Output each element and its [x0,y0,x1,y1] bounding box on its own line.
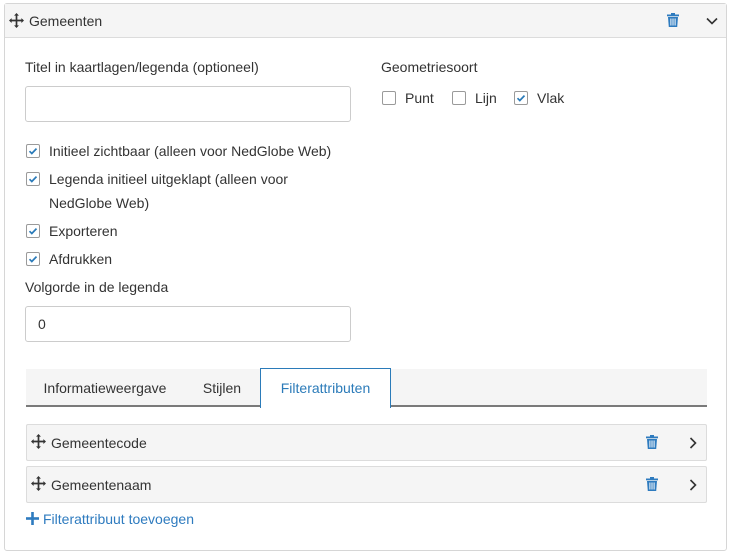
check-icon [28,228,38,235]
checkbox-punt[interactable] [382,91,396,105]
chevron-down-icon[interactable] [706,14,718,30]
list-item[interactable]: Gemeentenaam [26,466,707,503]
chevron-right-icon[interactable] [687,478,699,494]
trash-icon[interactable] [667,13,679,30]
checkbox-exporteren[interactable] [26,224,40,238]
order-label: Volgorde in de legenda [25,279,169,295]
checkbox-lijn[interactable] [452,91,466,105]
checkbox-legenda-uitgeklapt[interactable] [26,172,40,186]
move-icon[interactable] [31,476,46,494]
move-icon[interactable] [9,13,24,31]
chevron-right-icon[interactable] [687,436,699,452]
panel-header[interactable]: Gemeenten [5,4,726,38]
order-input[interactable] [25,306,351,342]
check-icon [28,256,38,263]
add-filterattribute-link[interactable]: Filterattribuut toevoegen [43,510,194,528]
list-item[interactable]: Gemeentecode [26,424,707,461]
checkbox-afdrukken-label: Afdrukken [49,251,113,267]
checkbox-initieel-zichtbaar[interactable] [26,144,40,158]
checkbox-exporteren-label: Exporteren [49,223,118,239]
check-icon [28,176,38,183]
list-item-label: Gemeentenaam [51,477,152,493]
panel-title: Gemeenten [29,13,103,29]
title-input[interactable] [25,86,351,122]
plus-icon[interactable] [26,512,39,528]
tab-informatieweergave[interactable]: Informatieweergave [26,369,184,407]
geometry-label: Geometriesoort [381,59,478,75]
check-icon [516,95,526,102]
tab-filterattributen[interactable]: Filterattributen [260,368,391,408]
check-icon [28,148,38,155]
trash-icon[interactable] [646,477,658,494]
checkbox-initieel-zichtbaar-label: Initieel zichtbaar (alleen voor NedGlobe… [49,143,332,159]
title-label: Titel in kaartlagen/legenda (optioneel) [25,59,259,75]
checkbox-vlak[interactable] [514,91,528,105]
checkbox-legenda-uitgeklapt-label-1: Legenda initieel uitgeklapt (alleen voor [49,171,288,187]
tab-stijlen[interactable]: Stijlen [184,369,260,407]
list-item-label: Gemeentecode [51,435,147,451]
checkbox-legenda-uitgeklapt-label-2: NedGlobe Web) [49,195,150,211]
layer-panel: Gemeenten Titel in kaartlagen/legenda (o… [4,3,727,551]
move-icon[interactable] [31,434,46,452]
checkbox-lijn-label: Lijn [475,90,497,106]
checkbox-afdrukken[interactable] [26,252,40,266]
checkbox-punt-label: Punt [405,90,434,106]
trash-icon[interactable] [646,435,658,452]
tab-bar: Informatieweergave Stijlen Filterattribu… [26,368,707,408]
checkbox-vlak-label: Vlak [537,90,565,106]
